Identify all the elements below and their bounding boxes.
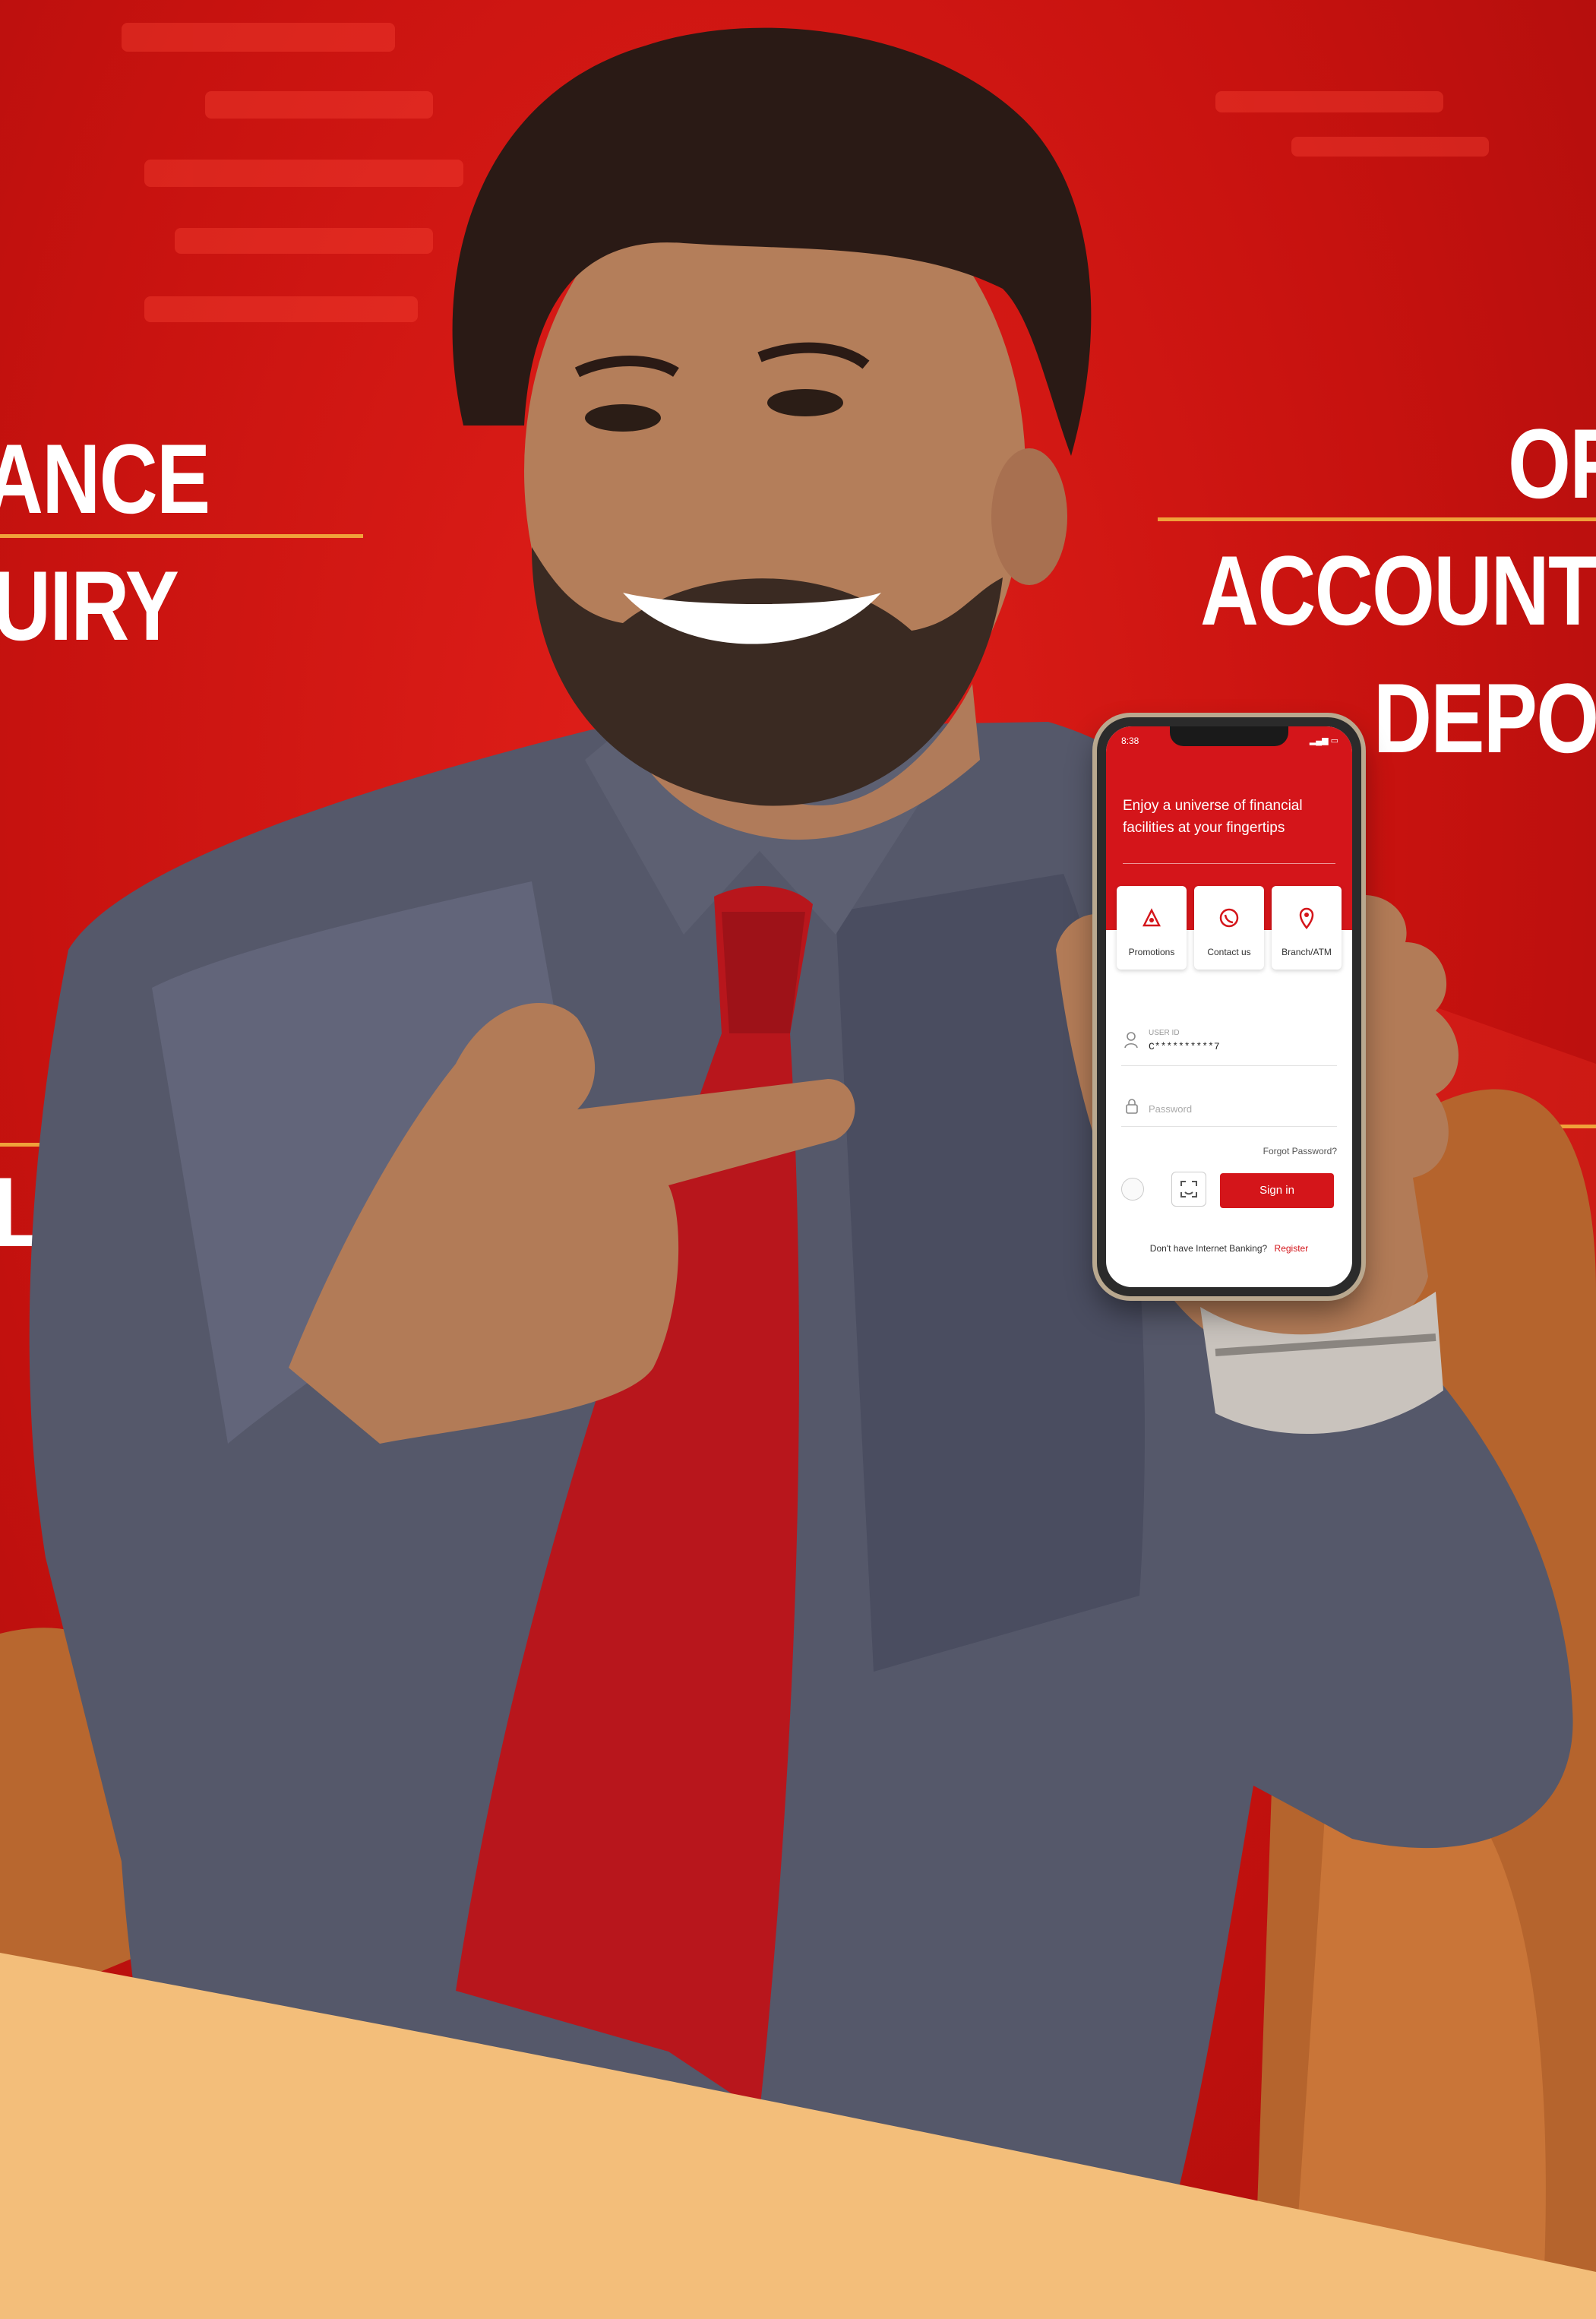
user-id-label: USER ID [1149,1029,1180,1037]
phone-screen: 8:38 ▂▄▆ ▭ Enjoy a universe of financial… [1106,726,1352,1287]
promotions-icon [1142,908,1161,927]
register-prompt-text: Don't have Internet Banking? [1149,1243,1268,1254]
signal-battery-icon: ▂▄▆ ▭ [1309,736,1338,745]
promotions-button[interactable]: Promotions [1117,886,1187,970]
sign-in-button[interactable]: Sign in [1220,1173,1334,1208]
fingerprint-icon[interactable] [1121,1178,1144,1201]
register-prompt: Don't have Internet Banking? Register [1106,1243,1352,1254]
promotions-label: Promotions [1128,947,1175,957]
branch-atm-label: Branch/ATM [1282,947,1332,957]
face-id-icon [1180,1181,1197,1197]
contact-us-label: Contact us [1207,947,1251,957]
status-time: 8:38 [1121,736,1139,746]
advertisement-banner: ANCE UIRY LS OF ACCOUNT DEPO [0,0,1596,2319]
branch-atm-icon [1299,907,1314,930]
password-underline [1121,1126,1337,1127]
contact-us-button[interactable]: Contact us [1194,886,1264,970]
tagline-divider [1123,863,1335,864]
lock-icon [1126,1099,1138,1114]
contact-icon [1219,908,1239,928]
smartphone: 8:38 ▂▄▆ ▭ Enjoy a universe of financial… [1097,717,1361,1296]
forgot-password-link[interactable]: Forgot Password? [1263,1146,1337,1156]
user-icon [1124,1032,1138,1049]
password-field[interactable]: Password [1149,1103,1192,1115]
user-id-field[interactable]: C**********7 [1149,1041,1220,1052]
register-link[interactable]: Register [1275,1243,1309,1254]
branch-atm-button[interactable]: Branch/ATM [1272,886,1342,970]
app-tagline: Enjoy a universe of financial facilities… [1123,798,1303,837]
face-id-button[interactable] [1171,1172,1206,1207]
phone-notch [1170,726,1288,746]
user-id-underline [1121,1065,1337,1066]
